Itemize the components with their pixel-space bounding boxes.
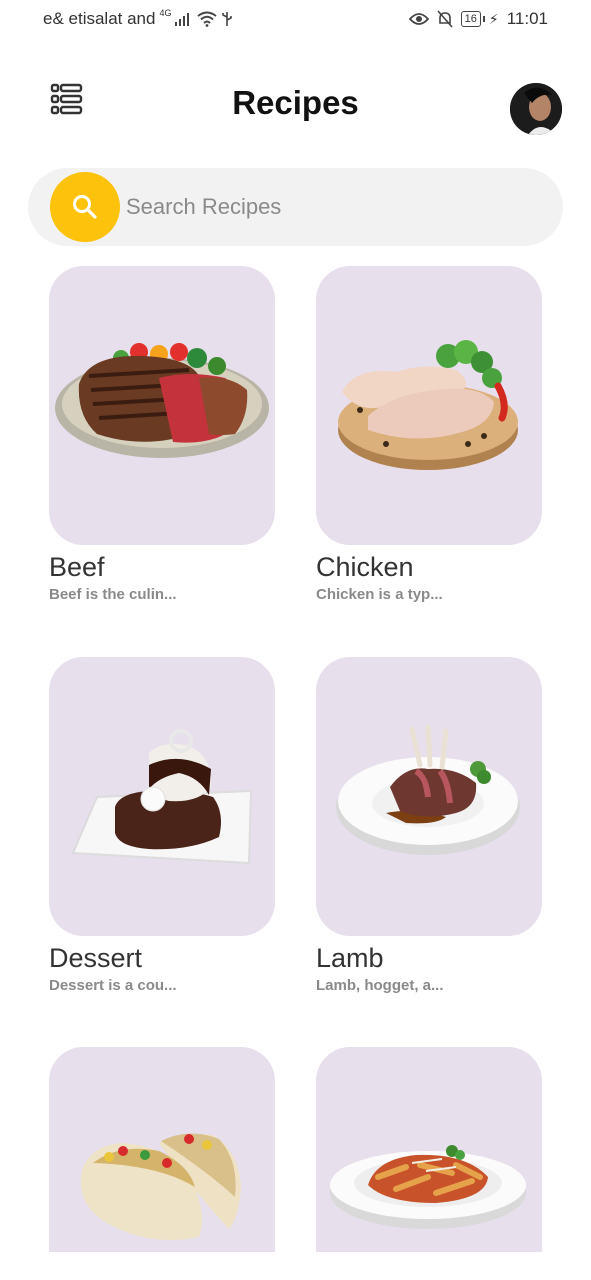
chicken-illustration [338, 340, 518, 470]
category-image-tacos [49, 1047, 275, 1252]
carrier-label: e& etisalat and [43, 9, 156, 28]
category-image-chicken [316, 266, 542, 545]
dessert-illustration [71, 729, 253, 865]
pasta-illustration [330, 1145, 526, 1229]
category-card-5[interactable] [49, 1047, 275, 1252]
status-bar: e& etisalat and 4G 16 ⚡ 11:01 [0, 0, 591, 40]
app-header: Recipes [0, 78, 591, 135]
category-card-lamb[interactable]: Lamb Lamb, hogget, a... [316, 657, 542, 994]
category-image-lamb [316, 657, 542, 936]
category-card-beef[interactable]: Beef Beef is the culin... [49, 266, 275, 603]
category-description: Beef is the culin... [49, 586, 177, 603]
charging-icon: ⚡ [488, 10, 499, 27]
category-name: Dessert [49, 943, 143, 973]
status-right: 16 ⚡ 11:01 [408, 9, 548, 29]
category-description: Lamb, hogget, a... [316, 977, 444, 994]
eye-icon [408, 13, 429, 25]
status-left: e& etisalat and 4G [43, 8, 233, 29]
bell-off-icon [437, 10, 453, 28]
network-type-label: 4G [159, 8, 172, 18]
search-input[interactable] [126, 188, 526, 226]
category-card-chicken[interactable]: Chicken Chicken is a typ... [316, 266, 542, 603]
category-name: Beef [49, 552, 105, 582]
beef-steak-illustration [55, 343, 269, 458]
category-image-pasta [316, 1047, 542, 1252]
category-image-beef [49, 266, 275, 545]
category-description: Chicken is a typ... [316, 586, 443, 603]
lamb-illustration [336, 724, 520, 855]
search-button[interactable] [50, 172, 120, 242]
page-title: Recipes [232, 84, 359, 121]
avatar[interactable] [510, 83, 562, 135]
category-image-dessert [49, 657, 275, 936]
category-card-6[interactable] [316, 1047, 542, 1252]
tacos-illustration [80, 1133, 241, 1240]
user-avatar-icon [510, 83, 562, 135]
signal-icon [175, 13, 190, 26]
category-description: Dessert is a cou... [49, 977, 177, 994]
battery-icon: 16 [460, 11, 486, 27]
clock-label: 11:01 [506, 9, 548, 28]
search-bar[interactable] [28, 168, 563, 246]
usb-icon [222, 12, 233, 26]
search-icon [73, 195, 97, 219]
category-name: Chicken [316, 552, 414, 582]
wifi-icon [197, 11, 218, 27]
category-card-dessert[interactable]: Dessert Dessert is a cou... [49, 657, 275, 994]
category-name: Lamb [316, 943, 384, 973]
